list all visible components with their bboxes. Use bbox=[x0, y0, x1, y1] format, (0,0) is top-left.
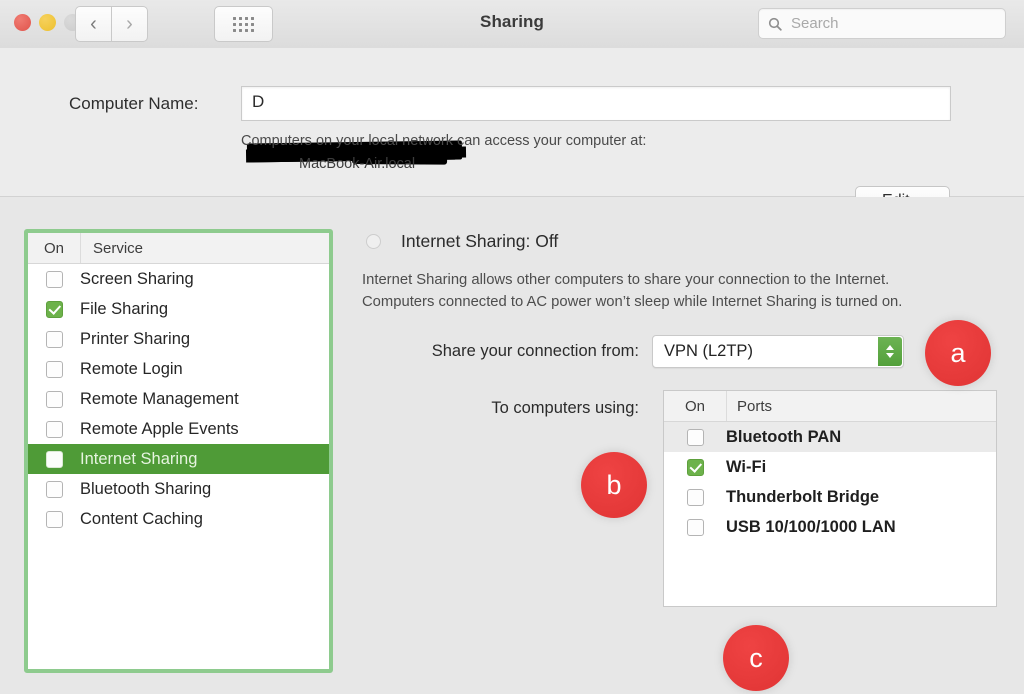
search-icon bbox=[768, 17, 782, 31]
internet-sharing-status-row: Internet Sharing: Off bbox=[362, 229, 1002, 253]
share-connection-from-label: Share your connection from: bbox=[362, 342, 639, 361]
annotation-badge-b: b bbox=[581, 452, 647, 518]
checkbox-remote-login[interactable] bbox=[46, 361, 63, 378]
chevron-updown-icon[interactable] bbox=[878, 337, 902, 366]
service-label: File Sharing bbox=[80, 300, 168, 319]
service-label: Remote Login bbox=[80, 360, 183, 379]
checkbox-remote-management[interactable] bbox=[46, 391, 63, 408]
services-column-service: Service bbox=[80, 233, 143, 263]
internet-sharing-detail: Internet Sharing: Off Internet Sharing a… bbox=[362, 229, 1002, 607]
port-label: Wi-Fi bbox=[726, 458, 766, 477]
service-label: Remote Apple Events bbox=[80, 420, 239, 439]
checkbox-printer-sharing[interactable] bbox=[46, 331, 63, 348]
share-connection-from-dropdown[interactable]: VPN (L2TP) bbox=[652, 335, 904, 368]
internet-sharing-description: Internet Sharing allows other computers … bbox=[362, 269, 942, 313]
computer-name-input[interactable]: D bbox=[241, 86, 951, 121]
port-row-wifi[interactable]: Wi-Fi bbox=[664, 452, 996, 482]
service-row-remote-apple-events[interactable]: Remote Apple Events bbox=[28, 414, 329, 444]
checkbox-file-sharing[interactable] bbox=[46, 301, 63, 318]
checkbox-remote-apple-events[interactable] bbox=[46, 421, 63, 438]
checkbox-wifi[interactable] bbox=[687, 459, 704, 476]
checkbox-screen-sharing[interactable] bbox=[46, 271, 63, 288]
service-label: Internet Sharing bbox=[80, 450, 197, 469]
services-list-header: On Service bbox=[28, 233, 329, 264]
to-computers-using-row: To computers using: On Ports Bluetooth P… bbox=[362, 390, 1002, 607]
service-row-file-sharing[interactable]: File Sharing bbox=[28, 294, 329, 324]
checkbox-usb-lan[interactable] bbox=[687, 519, 704, 536]
ports-column-on: On bbox=[664, 398, 726, 415]
service-row-remote-management[interactable]: Remote Management bbox=[28, 384, 329, 414]
checkbox-bluetooth-pan[interactable] bbox=[687, 429, 704, 446]
search-input[interactable] bbox=[789, 14, 983, 33]
title-bar: ‹ › Sharing bbox=[0, 0, 1024, 49]
annotation-badge-a: a bbox=[925, 320, 991, 386]
computer-name-value: D bbox=[252, 92, 264, 112]
service-label: Content Caching bbox=[80, 510, 203, 529]
checkbox-content-caching[interactable] bbox=[46, 511, 63, 528]
computer-name-label: Computer Name: bbox=[69, 94, 198, 114]
ports-list[interactable]: On Ports Bluetooth PAN Wi-Fi Thunderbolt… bbox=[663, 390, 997, 607]
service-row-screen-sharing[interactable]: Screen Sharing bbox=[28, 264, 329, 294]
internet-sharing-toggle-checkbox[interactable] bbox=[366, 234, 381, 249]
services-column-on: On bbox=[28, 240, 80, 257]
ports-list-header: On Ports bbox=[664, 391, 996, 422]
service-label: Printer Sharing bbox=[80, 330, 190, 349]
port-label: Bluetooth PAN bbox=[726, 428, 841, 447]
service-row-remote-login[interactable]: Remote Login bbox=[28, 354, 329, 384]
port-row-bluetooth-pan[interactable]: Bluetooth PAN bbox=[664, 422, 996, 452]
service-label: Remote Management bbox=[80, 390, 239, 409]
port-label: USB 10/100/1000 LAN bbox=[726, 518, 896, 537]
local-network-hint: Computers on your local network can acce… bbox=[241, 133, 646, 149]
service-label: Bluetooth Sharing bbox=[80, 480, 211, 499]
service-label: Screen Sharing bbox=[80, 270, 194, 289]
service-row-internet-sharing[interactable]: Internet Sharing bbox=[28, 444, 329, 474]
local-hostname: DevloperMacBook-Air.local bbox=[241, 156, 415, 172]
service-row-printer-sharing[interactable]: Printer Sharing bbox=[28, 324, 329, 354]
search-field[interactable] bbox=[758, 8, 1006, 39]
service-row-content-caching[interactable]: Content Caching bbox=[28, 504, 329, 534]
ports-column-ports: Ports bbox=[726, 391, 772, 421]
port-label: Thunderbolt Bridge bbox=[726, 488, 879, 507]
hostname-visible-part: MacBook-Air.local bbox=[299, 156, 415, 172]
services-list[interactable]: On Service Screen Sharing File Sharing P… bbox=[24, 229, 333, 673]
sharing-content-pane: On Service Screen Sharing File Sharing P… bbox=[0, 197, 1024, 694]
checkbox-thunderbolt-bridge[interactable] bbox=[687, 489, 704, 506]
computer-name-pane: Computer Name: D Computers on your local… bbox=[0, 48, 1024, 197]
internet-sharing-status-title: Internet Sharing: Off bbox=[401, 231, 558, 252]
share-connection-from-row: Share your connection from: VPN (L2TP) bbox=[362, 335, 1002, 368]
port-row-thunderbolt-bridge[interactable]: Thunderbolt Bridge bbox=[664, 482, 996, 512]
annotation-badge-c: c bbox=[723, 625, 789, 691]
checkbox-internet-sharing[interactable] bbox=[46, 451, 63, 468]
checkbox-bluetooth-sharing[interactable] bbox=[46, 481, 63, 498]
sharing-preferences-window: ‹ › Sharing Computer Name: D Computers o… bbox=[0, 0, 1024, 694]
port-row-usb-lan[interactable]: USB 10/100/1000 LAN bbox=[664, 512, 996, 542]
service-row-bluetooth-sharing[interactable]: Bluetooth Sharing bbox=[28, 474, 329, 504]
hostname-redacted-prefix: Devloper bbox=[241, 156, 299, 172]
share-connection-from-value: VPN (L2TP) bbox=[664, 342, 753, 361]
